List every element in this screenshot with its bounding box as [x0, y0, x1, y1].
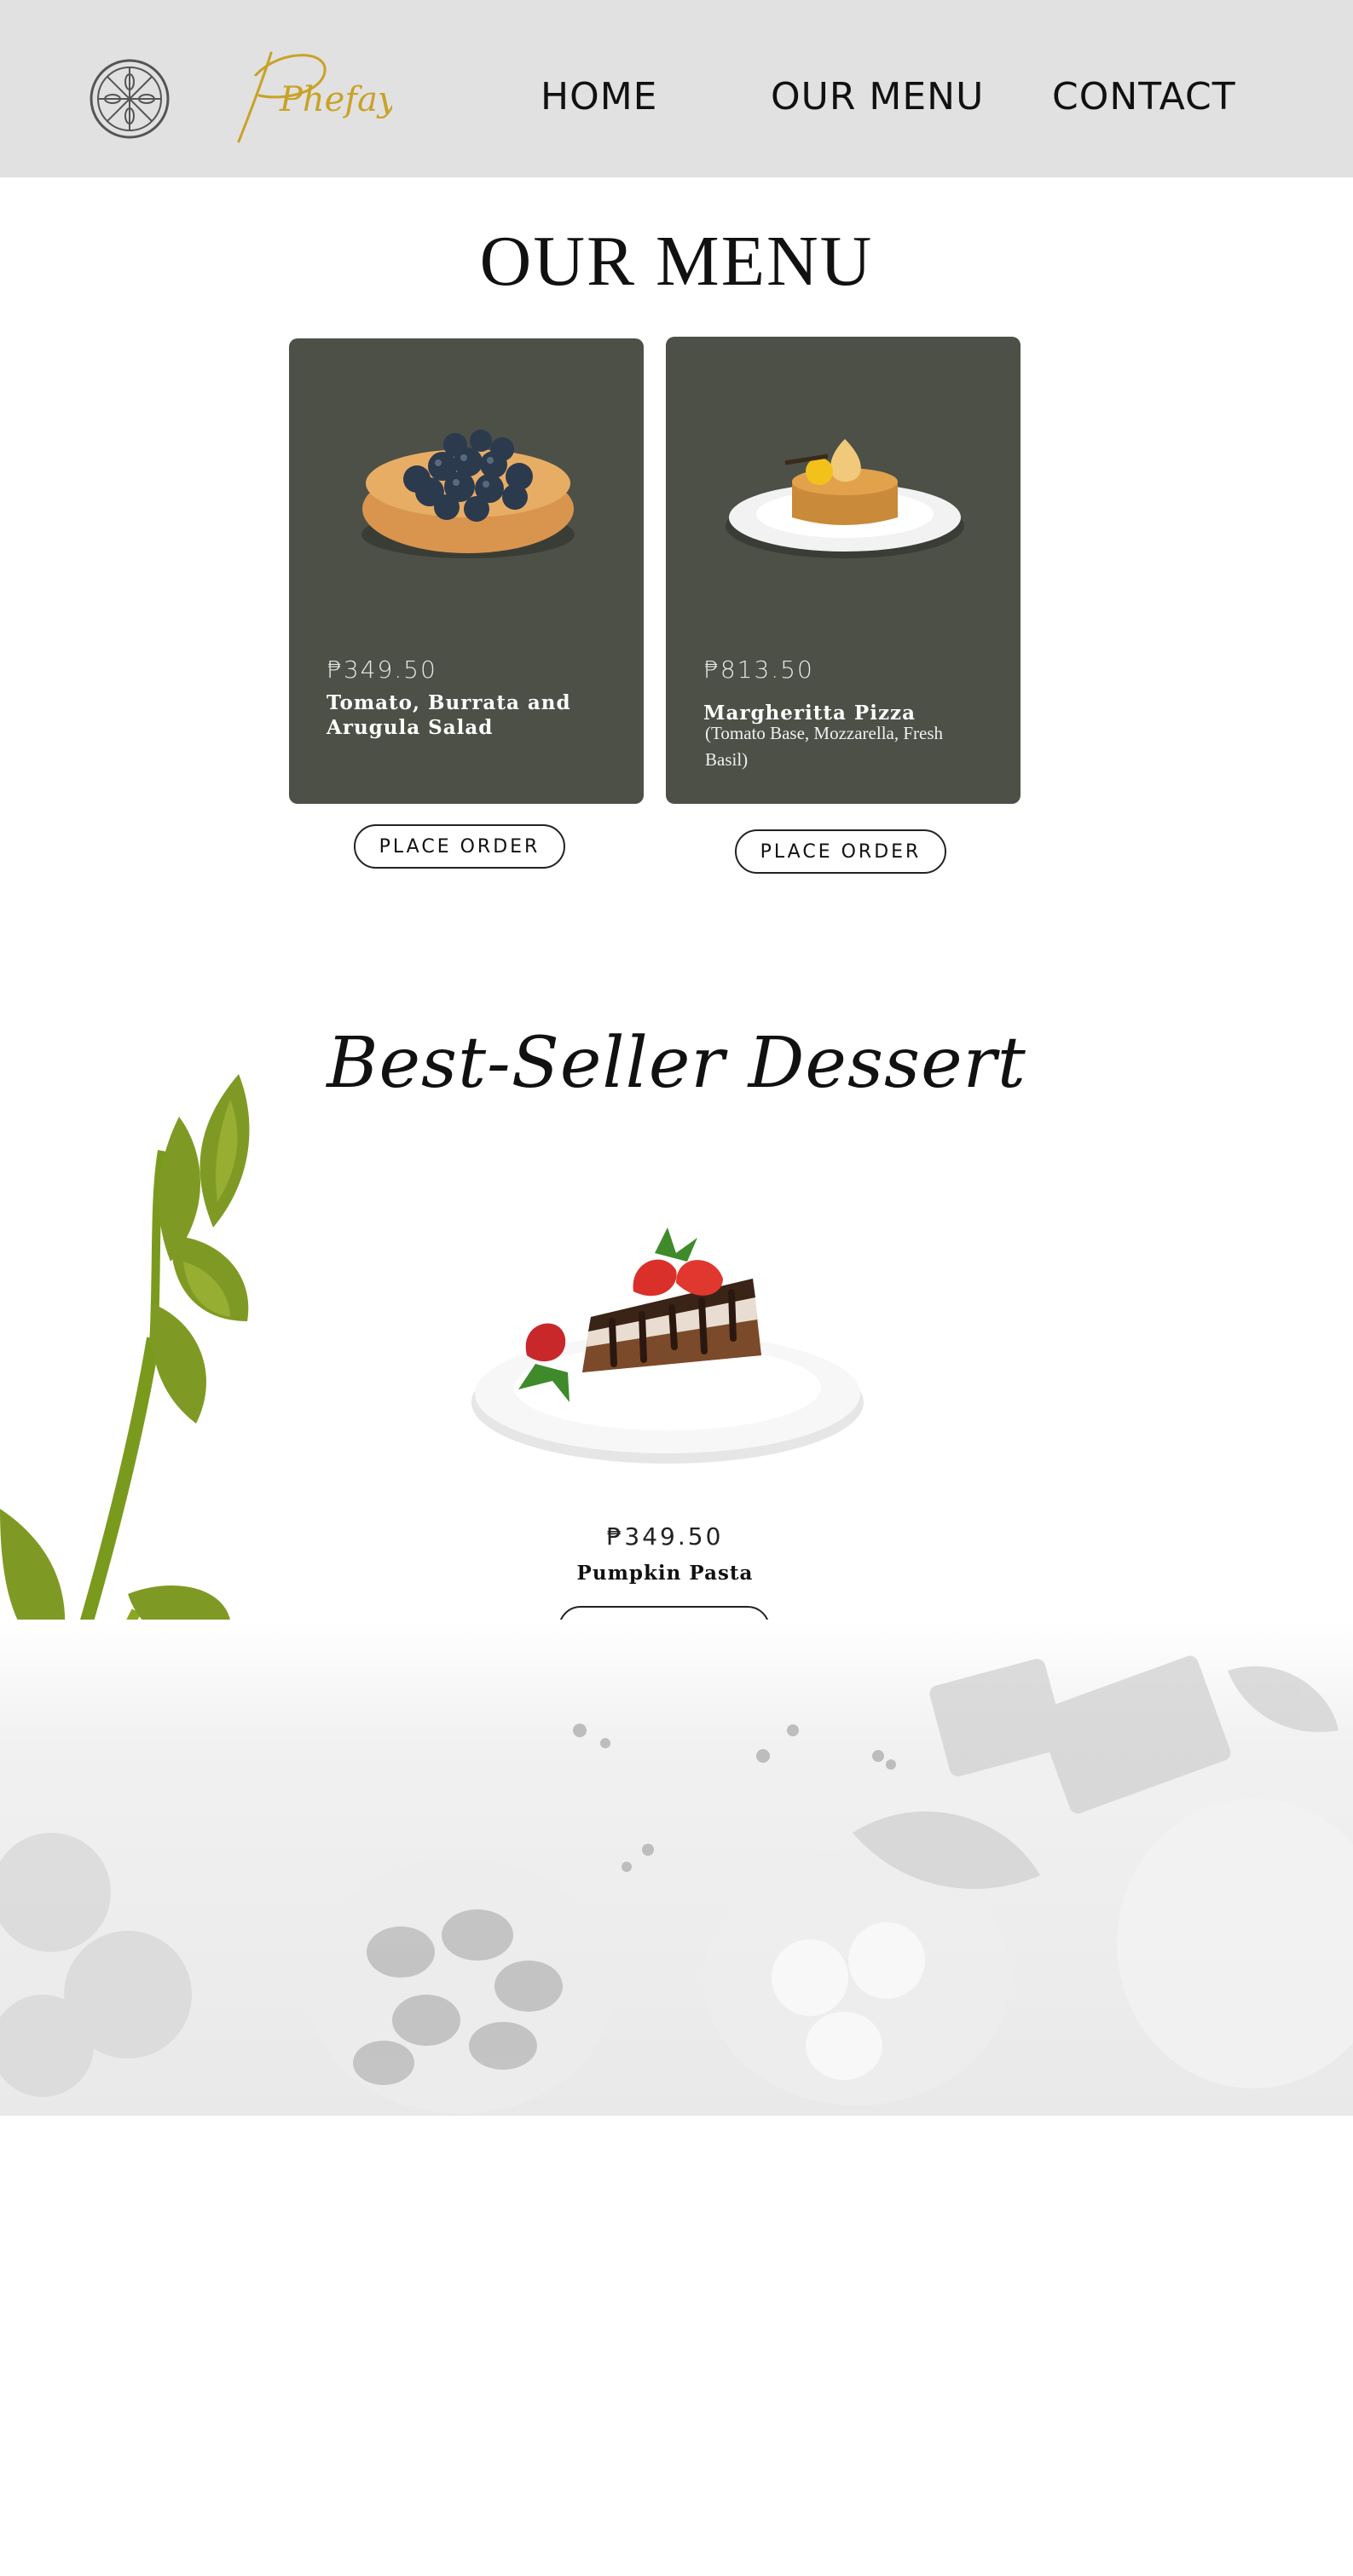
pizza-logo-icon[interactable]	[89, 58, 171, 140]
best-seller-name: Pumpkin Pasta	[576, 1562, 754, 1585]
brand-logo-text: Phefayer	[279, 80, 392, 119]
nav-our-menu-link[interactable]: OUR MENU	[771, 75, 984, 118]
item-price: ₱813.50	[703, 656, 814, 684]
site-header: Phefayer HOME OUR MENU CONTACT	[0, 0, 1353, 177]
item-name: Tomato, Burrata and Arugula Salad	[327, 691, 571, 739]
nav-contact-link[interactable]: CONTACT	[1052, 75, 1236, 118]
item-price: ₱349.50	[327, 656, 437, 684]
menu-title: OUR MENU	[479, 222, 874, 301]
best-seller-price: ₱349.50	[606, 1522, 724, 1551]
menu-card: ₱813.50 Margheritta Pizza (Tomato Base, …	[666, 337, 1021, 804]
nav-home-link[interactable]: HOME	[541, 75, 657, 118]
menu-card: ₱349.50 Tomato, Burrata and Arugula Sala…	[289, 338, 644, 804]
place-order-button[interactable]: PLACE ORDER	[354, 824, 565, 869]
item-description: (Tomato Base, Mozzarella, Fresh Basil)	[705, 723, 944, 770]
blueberry-tart-image	[340, 398, 596, 586]
chocolate-cake-slice-image	[467, 1219, 868, 1475]
place-order-button[interactable]: PLACE ORDER	[735, 829, 946, 874]
brand-logo[interactable]: Phefayer	[205, 41, 392, 152]
best-seller-title: Best-Seller Dessert	[327, 1023, 1026, 1104]
plated-dessert-image	[717, 422, 973, 575]
ingredients-background	[0, 1620, 1353, 2116]
